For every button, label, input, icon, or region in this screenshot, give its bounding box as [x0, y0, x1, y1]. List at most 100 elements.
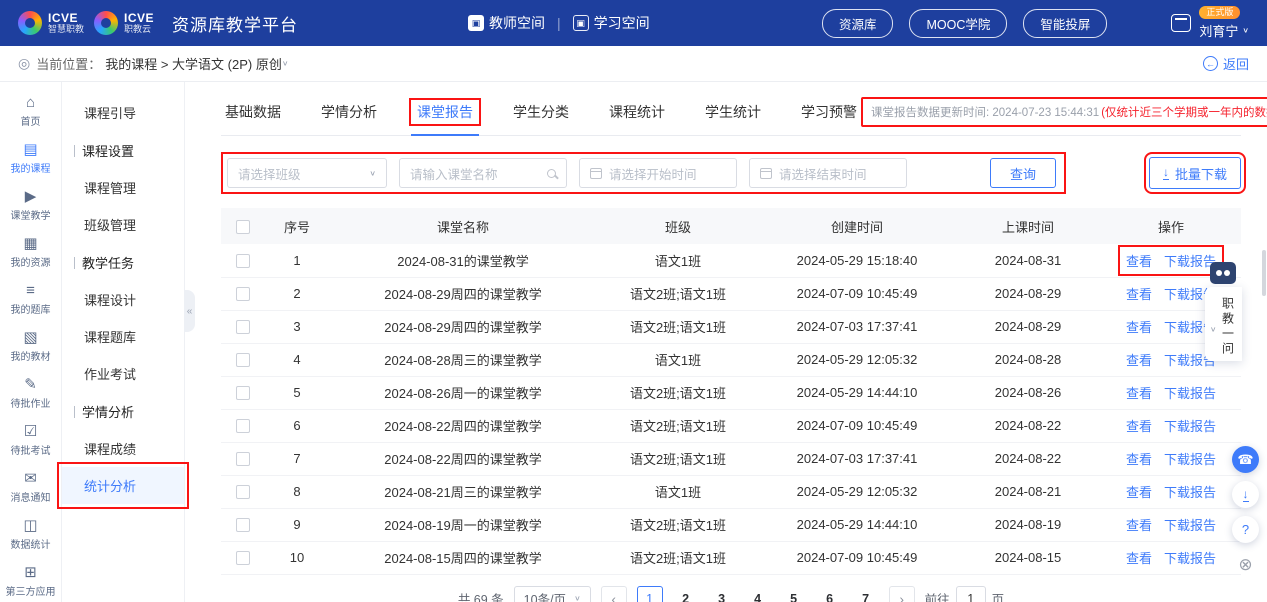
breadcrumb-label: 当前位置： — [36, 54, 101, 73]
tab-1[interactable]: 学情分析 — [317, 92, 381, 135]
top-header: ICVE 智慧职教 ICVE 职教云 资源库教学平台 ▣ 教师空间 | ▣ 学习… — [0, 0, 1267, 46]
tab-5[interactable]: 学生统计 — [701, 92, 765, 135]
back-button[interactable]: ← 返回 — [1203, 54, 1249, 73]
table-row: 6 2024-08-22周四的课堂教学 语文2班;语文1班 2024-07-09… — [221, 409, 1241, 442]
download-report-link[interactable]: 下载报告 — [1164, 383, 1216, 402]
tab-3[interactable]: 学生分类 — [509, 92, 573, 135]
row-checkbox[interactable] — [236, 254, 250, 268]
download-report-link[interactable]: 下载报告 — [1164, 515, 1216, 534]
my-resources-icon: ▦ — [23, 236, 37, 251]
collapse-widgets-button[interactable]: ⊗ — [1232, 551, 1259, 578]
view-report-link[interactable]: 查看 — [1126, 482, 1152, 501]
menu-item[interactable]: 课程成绩 — [62, 430, 184, 467]
menu-item[interactable]: 作业考试 — [62, 355, 184, 392]
tab-6[interactable]: 学习预警 — [797, 92, 861, 135]
view-report-link[interactable]: 查看 — [1126, 548, 1152, 567]
row-checkbox[interactable] — [236, 518, 250, 532]
menu-item[interactable]: 班级管理 — [62, 206, 184, 243]
sidebar-item-my-resources[interactable]: ▦ 我的资源 — [0, 229, 61, 276]
sidebar-item-home[interactable]: ⌂ 首页 — [0, 88, 61, 135]
tab-4[interactable]: 课程统计 — [605, 92, 669, 135]
filter-group: 请选择班级 ∨ 请输入课堂名称 请选择开始时间 请选择结束时间 查询 — [221, 152, 1066, 194]
sidebar-item-notifications[interactable]: ✉ 消息通知 — [0, 464, 61, 511]
menu-sidebar: 课程引导 课程设置 课程管理 班级管理 教学任务 课程设计 课程题库 作业考试 — [62, 82, 185, 602]
download-report-link[interactable]: 下载报告 — [1164, 482, 1216, 501]
page-button-6[interactable]: 6 — [817, 586, 843, 602]
customer-service-button[interactable]: ☎ — [1232, 446, 1259, 473]
sidebar-item-my-courses[interactable]: ▤ 我的课程 — [0, 135, 61, 182]
page-button-4[interactable]: 4 — [745, 586, 771, 602]
my-courses-icon: ▤ — [23, 142, 37, 157]
batch-download-button[interactable]: ↓ 批量下载 — [1149, 157, 1241, 189]
row-checkbox[interactable] — [236, 419, 250, 433]
menu-item[interactable]: 课程题库 — [62, 318, 184, 355]
row-checkbox[interactable] — [236, 386, 250, 400]
menu-item[interactable]: 课程引导 — [62, 94, 184, 131]
view-report-link[interactable]: 查看 — [1126, 416, 1152, 435]
page-button-5[interactable]: 5 — [781, 586, 807, 602]
qa-goggles-icon — [1210, 262, 1236, 284]
course-dropdown-caret-icon[interactable]: ∨ — [282, 59, 289, 68]
resource-library-button[interactable]: 资源库 — [822, 9, 894, 38]
smart-cast-button[interactable]: 智能投屏 — [1023, 9, 1107, 38]
chevron-down-icon: ∨ — [1210, 325, 1220, 334]
sidebar-item-my-question-bank[interactable]: ≡ 我的题库 — [0, 276, 61, 323]
qa-tab[interactable]: 职教一问 ∨ — [1205, 287, 1242, 361]
row-checkbox[interactable] — [236, 287, 250, 301]
view-report-link[interactable]: 查看 — [1126, 449, 1152, 468]
view-report-link[interactable]: 查看 — [1126, 350, 1152, 369]
sidebar-item-pending-exams[interactable]: ☑ 待批考试 — [0, 417, 61, 464]
page-button-1[interactable]: 1 — [637, 586, 663, 602]
qa-assistant-widget: 职教一问 ∨ — [1179, 262, 1267, 361]
sidebar-item-my-textbooks[interactable]: ▧ 我的教材 — [0, 323, 61, 370]
breadcrumb-path[interactable]: 我的课程 > 大学语文 (2P) 原创 — [105, 54, 282, 73]
column-header: 序号 — [265, 208, 329, 244]
download-center-button[interactable]: ↓ — [1232, 481, 1259, 508]
help-button[interactable]: ? — [1232, 516, 1259, 543]
view-report-link[interactable]: 查看 — [1126, 317, 1152, 336]
sidebar-item-pending-homework[interactable]: ✎ 待批作业 — [0, 370, 61, 417]
class-select[interactable]: 请选择班级 ∨ — [227, 158, 387, 188]
page-button-3[interactable]: 3 — [709, 586, 735, 602]
row-checkbox[interactable] — [236, 320, 250, 334]
view-report-link[interactable]: 查看 — [1126, 251, 1152, 270]
tab-2[interactable]: 课堂报告 — [413, 92, 477, 135]
view-report-link[interactable]: 查看 — [1126, 284, 1152, 303]
nav-teacher-space[interactable]: ▣ 教师空间 — [468, 13, 545, 33]
version-badge: 正式版 — [1199, 6, 1240, 20]
page-button-7[interactable]: 7 — [853, 586, 879, 602]
view-report-link[interactable]: 查看 — [1126, 515, 1152, 534]
icon-sidebar: ⌂ 首页 ▤ 我的课程 ▶ 课堂教学 ▦ 我的资源 ≡ 我的题库 ▧ 我的教材 … — [0, 82, 62, 602]
row-checkbox[interactable] — [236, 485, 250, 499]
menu-item[interactable]: 课程管理 — [62, 169, 184, 206]
sidebar-item-third-party-apps[interactable]: ⊞ 第三方应用 — [0, 558, 61, 602]
table-row: 9 2024-08-19周一的课堂教学 语文2班;语文1班 2024-05-29… — [221, 508, 1241, 541]
prev-page-button[interactable]: ‹ — [601, 586, 627, 602]
tab-0[interactable]: 基础数据 — [221, 92, 285, 135]
end-date-input[interactable]: 请选择结束时间 — [749, 158, 907, 188]
view-report-link[interactable]: 查看 — [1126, 383, 1152, 402]
download-report-link[interactable]: 下载报告 — [1164, 449, 1216, 468]
page-button-2[interactable]: 2 — [673, 586, 699, 602]
sidebar-collapse-handle[interactable]: « — [184, 290, 195, 332]
start-date-input[interactable]: 请选择开始时间 — [579, 158, 737, 188]
row-checkbox[interactable] — [236, 353, 250, 367]
user-menu[interactable]: 刘育宁 ∨ — [1199, 21, 1249, 40]
sidebar-item-classroom-teaching[interactable]: ▶ 课堂教学 — [0, 182, 61, 229]
download-report-link[interactable]: 下载报告 — [1164, 416, 1216, 435]
sidebar-item-data-statistics[interactable]: ◫ 数据统计 — [0, 511, 61, 558]
select-all-checkbox[interactable] — [236, 220, 250, 234]
row-checkbox[interactable] — [236, 452, 250, 466]
goto-page-input[interactable]: 1 — [956, 586, 986, 602]
menu-item[interactable]: 课程设计 — [62, 281, 184, 318]
menu-item[interactable]: 统计分析 — [62, 467, 184, 504]
class-name-input[interactable]: 请输入课堂名称 — [399, 158, 567, 188]
next-page-button[interactable]: › — [889, 586, 915, 602]
search-button[interactable]: 查询 — [990, 158, 1056, 188]
update-scope-note: (仅统计近三个学期或一年内的数据) — [1101, 104, 1267, 120]
mooc-college-button[interactable]: MOOC学院 — [909, 9, 1007, 38]
row-checkbox[interactable] — [236, 551, 250, 565]
nav-learning-space[interactable]: ▣ 学习空间 — [573, 13, 650, 33]
page-size-select[interactable]: 10条/页 ∨ — [514, 586, 591, 602]
download-report-link[interactable]: 下载报告 — [1164, 548, 1216, 567]
